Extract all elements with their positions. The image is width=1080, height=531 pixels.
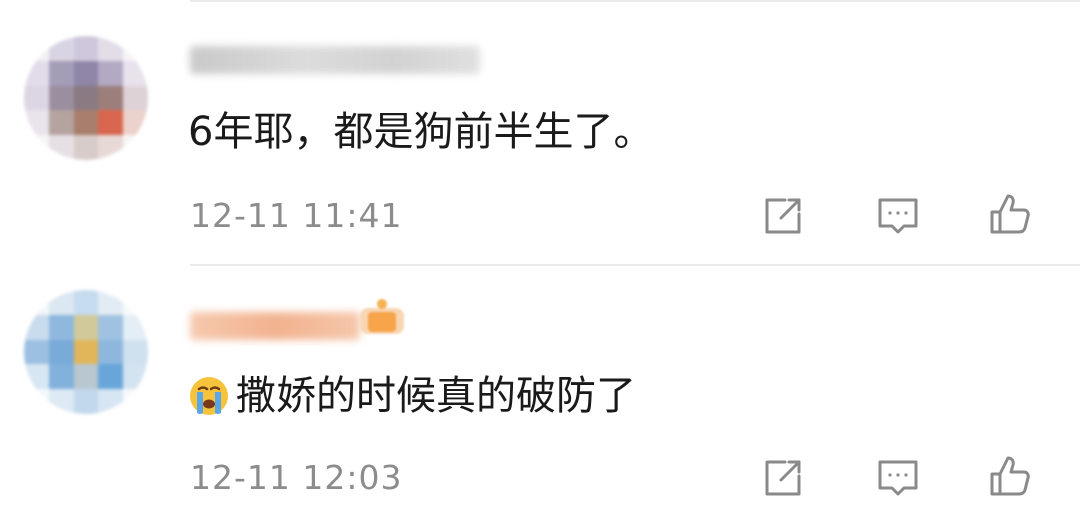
comment-icon[interactable] <box>874 192 922 240</box>
vip-badge-icon <box>360 299 404 334</box>
comment-text: 6年耶，都是狗前半生了。 <box>188 108 653 156</box>
comment-text-content: 撒娇的时候真的破防了 <box>236 373 636 419</box>
comment-item: 6年耶，都是狗前半生了。 12-11 11:41 <box>0 0 1080 266</box>
share-icon[interactable] <box>759 192 807 240</box>
comment-icon[interactable] <box>874 454 922 502</box>
username[interactable] <box>190 312 360 340</box>
avatar[interactable] <box>24 290 148 414</box>
comment-text-content: 6年耶，都是狗前半生了。 <box>188 109 654 155</box>
comment-text: 撒娇的时候真的破防了 <box>188 372 636 420</box>
crying-emoji-icon <box>190 377 228 415</box>
username[interactable] <box>190 46 480 74</box>
avatar[interactable] <box>24 36 148 160</box>
thumbs-up-icon[interactable] <box>986 452 1034 500</box>
comment-timestamp: 12-11 12:03 <box>190 458 403 497</box>
share-icon[interactable] <box>759 454 807 502</box>
comment-item: 撒娇的时候真的破防了 12-11 12:03 <box>0 266 1080 531</box>
thumbs-up-icon[interactable] <box>986 190 1034 238</box>
comment-timestamp: 12-11 11:41 <box>190 196 403 235</box>
comment-list: 6年耶，都是狗前半生了。 12-11 11:41 撒娇的时候真的破防了 12-1… <box>0 0 1080 531</box>
